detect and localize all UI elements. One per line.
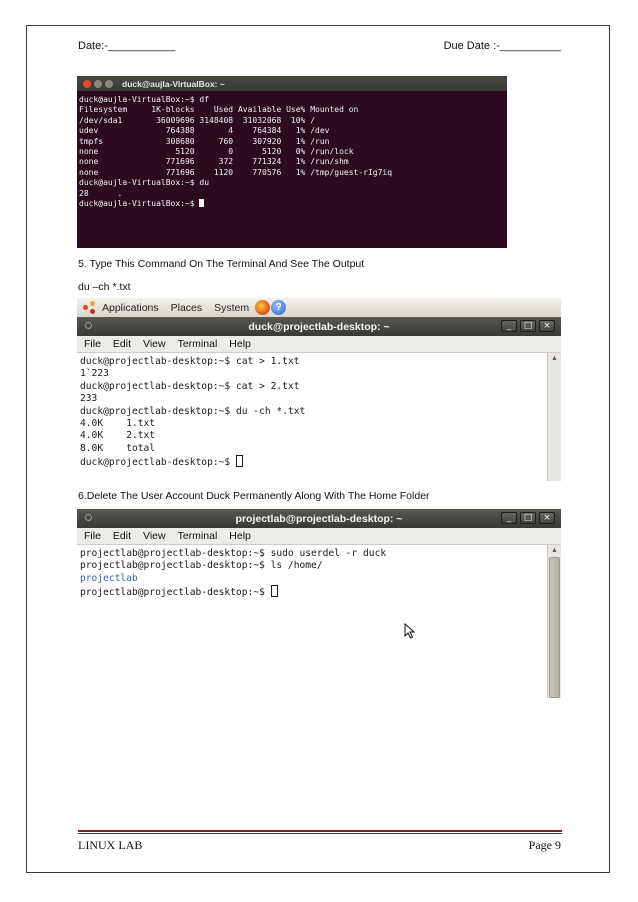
scroll-up-arrow-icon[interactable]: ▲ [548, 545, 561, 557]
terminal-line: projectlab@projectlab-desktop:~$ sudo us… [80, 548, 387, 559]
menu-help[interactable]: Help [229, 338, 251, 350]
close-button[interactable]: × [539, 512, 555, 524]
terminal-menubar: File Edit View Terminal Help [77, 336, 561, 353]
close-button[interactable]: × [539, 320, 555, 332]
menu-view[interactable]: View [143, 338, 166, 350]
terminal-titlebar: projectlab@projectlab-desktop: ~ _ □ × [77, 509, 561, 528]
footer-course-title: LINUX LAB [78, 838, 143, 852]
page-number: Page 9 [528, 838, 561, 852]
minimize-button[interactable]: _ [501, 320, 517, 332]
terminal-title: duck@aujla-VirtualBox: ~ [122, 78, 225, 89]
minimize-button[interactable]: _ [501, 512, 517, 524]
terminal-line: duck@aujla-VirtualBox:~$ du [79, 178, 210, 188]
vertical-scrollbar[interactable]: ▲ [547, 353, 561, 481]
maximize-icon[interactable] [105, 79, 113, 88]
menu-file[interactable]: File [84, 530, 101, 542]
terminal-line: duck@aujla-VirtualBox:~$ [79, 199, 200, 209]
terminal-output[interactable]: duck@aujla-VirtualBox:~$ df Filesystem 1… [77, 91, 507, 209]
close-icon[interactable] [83, 79, 91, 88]
terminal-line: 28 . [79, 188, 123, 198]
due-date-label: Due Date :-__________ [443, 40, 561, 52]
window-menu-icon[interactable] [85, 322, 92, 329]
terminal-line: none 5120 0 5120 0% /run/lock [79, 147, 354, 157]
terminal-area[interactable]: projectlab@projectlab-desktop:~$ sudo us… [77, 545, 561, 698]
text-cursor [235, 455, 243, 468]
menu-edit[interactable]: Edit [113, 338, 131, 350]
ubuntu-terminal-window: duck@aujla-VirtualBox: ~ duck@aujla-Virt… [77, 76, 507, 248]
text-cursor [199, 199, 205, 208]
terminal-line: 4.0K 1.txt [80, 418, 156, 430]
terminal-line: projectlab@projectlab-desktop:~$ ls /hom… [80, 560, 323, 572]
menu-edit[interactable]: Edit [113, 530, 131, 542]
terminal-title: duck@projectlab-desktop: ~ [248, 320, 390, 333]
gnome-top-panel: Applications Places System ? [77, 298, 561, 317]
terminal-area[interactable]: duck@projectlab-desktop:~$ cat > 1.txt 1… [77, 353, 561, 481]
footer-rule [78, 830, 562, 832]
menu-help[interactable]: Help [229, 530, 251, 542]
directory-entry: projectlab [80, 572, 138, 584]
menu-file[interactable]: File [84, 338, 101, 350]
footer-rule-thin [78, 833, 562, 834]
terminal-line: duck@projectlab-desktop:~$ cat > 2.txt [80, 380, 300, 392]
applications-menu[interactable]: Applications [102, 302, 159, 314]
terminal-line: duck@aujla-VirtualBox:~$ df [79, 95, 210, 104]
terminal-output: duck@projectlab-desktop:~$ cat > 1.txt 1… [77, 353, 561, 470]
terminal-line: none 771696 1120 770576 1% /tmp/guest-rI… [79, 167, 393, 177]
ubuntu-logo-icon [83, 300, 97, 315]
gnome-terminal-window-projectlab: projectlab@projectlab-desktop: ~ _ □ × F… [77, 509, 561, 698]
terminal-line: tmpfs 308680 760 307920 1% /run [79, 136, 330, 146]
menu-terminal[interactable]: Terminal [178, 530, 218, 542]
mouse-pointer-icon [404, 623, 416, 639]
terminal-line: none 771696 372 771324 1% /run/shm [79, 157, 349, 167]
terminal-line: udev 764388 4 764384 1% /dev [79, 126, 330, 136]
maximize-button[interactable]: □ [520, 512, 536, 524]
terminal-line: duck@projectlab-desktop:~$ du -ch *.txt [80, 405, 306, 417]
menu-view[interactable]: View [143, 530, 166, 542]
date-label: Date:-___________ [78, 40, 176, 52]
terminal-menubar: File Edit View Terminal Help [77, 528, 561, 545]
terminal-line: 1`223 [80, 368, 109, 380]
terminal-prompt: duck@projectlab-desktop:~$ [80, 457, 236, 469]
step-6-caption: 6.Delete The User Account Duck Permanent… [78, 490, 430, 502]
places-menu[interactable]: Places [171, 302, 203, 314]
vertical-scrollbar[interactable]: ▲ [547, 545, 561, 698]
maximize-button[interactable]: □ [520, 320, 536, 332]
gnome-terminal-window-duck: duck@projectlab-desktop: ~ _ □ × File Ed… [77, 317, 561, 481]
terminal-titlebar: duck@aujla-VirtualBox: ~ [77, 76, 507, 91]
minimize-icon[interactable] [94, 79, 102, 88]
terminal-line: 233 [80, 393, 98, 405]
terminal-line: /dev/sda1 36009696 3148408 31032068 10% … [79, 115, 316, 125]
step-5-command: du –ch *.txt [78, 281, 131, 293]
terminal-output: projectlab@projectlab-desktop:~$ sudo us… [77, 545, 561, 600]
text-cursor [270, 585, 278, 598]
window-menu-icon[interactable] [85, 514, 92, 521]
terminal-line: duck@projectlab-desktop:~$ cat > 1.txt [80, 356, 300, 367]
scrollbar-thumb[interactable] [549, 557, 560, 698]
scroll-up-arrow-icon[interactable]: ▲ [548, 353, 561, 365]
terminal-prompt: projectlab@projectlab-desktop:~$ [80, 587, 271, 599]
menu-terminal[interactable]: Terminal [178, 338, 218, 350]
help-icon[interactable]: ? [271, 300, 287, 315]
terminal-line: Filesystem 1K-blocks Used Available Use%… [79, 105, 359, 115]
firefox-icon[interactable] [255, 300, 271, 315]
terminal-title: projectlab@projectlab-desktop: ~ [235, 512, 403, 525]
system-menu[interactable]: System [214, 302, 249, 314]
step-5-caption: 5. Type This Command On The Terminal And… [78, 258, 365, 270]
terminal-line: 4.0K 2.txt [80, 430, 156, 442]
terminal-titlebar: duck@projectlab-desktop: ~ _ □ × [77, 317, 561, 336]
terminal-line: 8.0K total [80, 442, 156, 454]
